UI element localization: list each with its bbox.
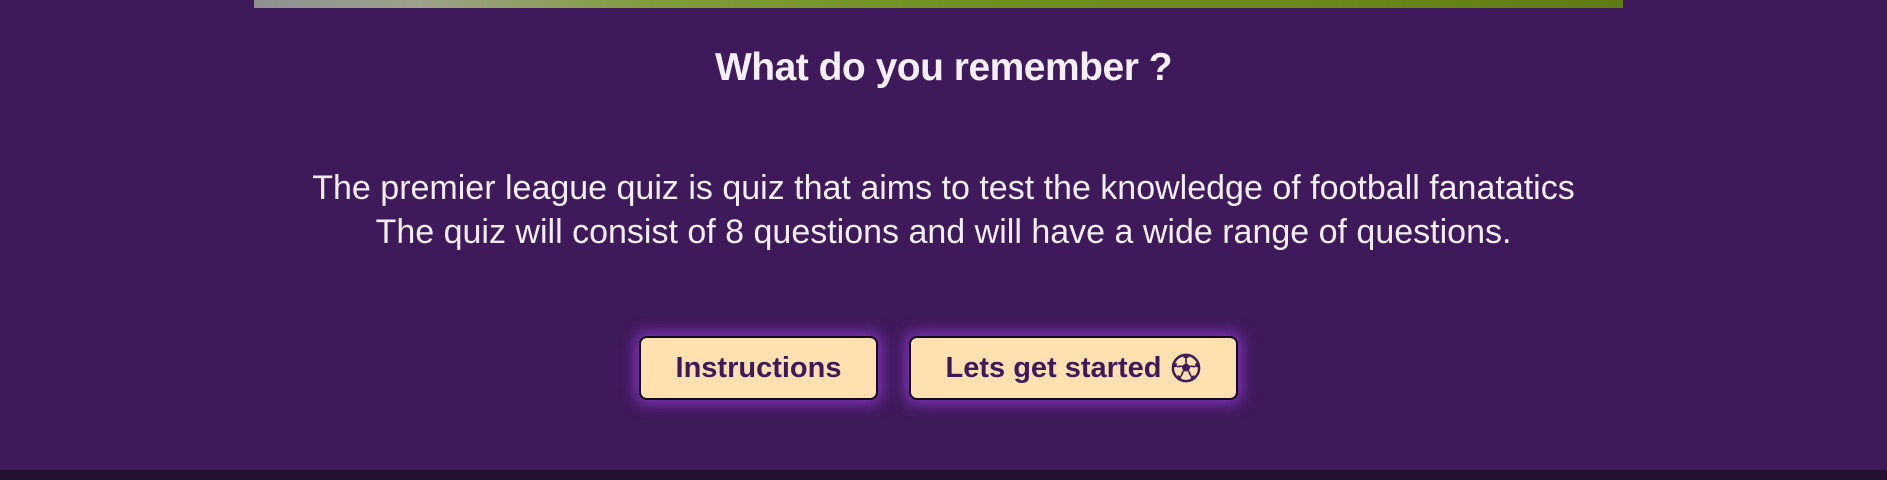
hero-image-bottom-edge <box>254 0 1623 8</box>
page-title: What do you remember ? <box>714 46 1173 89</box>
instructions-button[interactable]: Instructions <box>639 336 878 400</box>
soccer-ball-icon <box>1172 353 1201 383</box>
intro-line-2: The quiz will consist of 8 questions and… <box>375 213 1512 251</box>
footer-bar <box>0 470 1887 480</box>
start-quiz-button[interactable]: Lets get started <box>909 336 1238 400</box>
start-quiz-button-label: Lets get started <box>945 351 1162 384</box>
instructions-button-label: Instructions <box>675 351 842 384</box>
intro-line-1: The premier league quiz is quiz that aim… <box>312 169 1575 207</box>
intro-text: The premier league quiz is quiz that aim… <box>0 166 1887 254</box>
